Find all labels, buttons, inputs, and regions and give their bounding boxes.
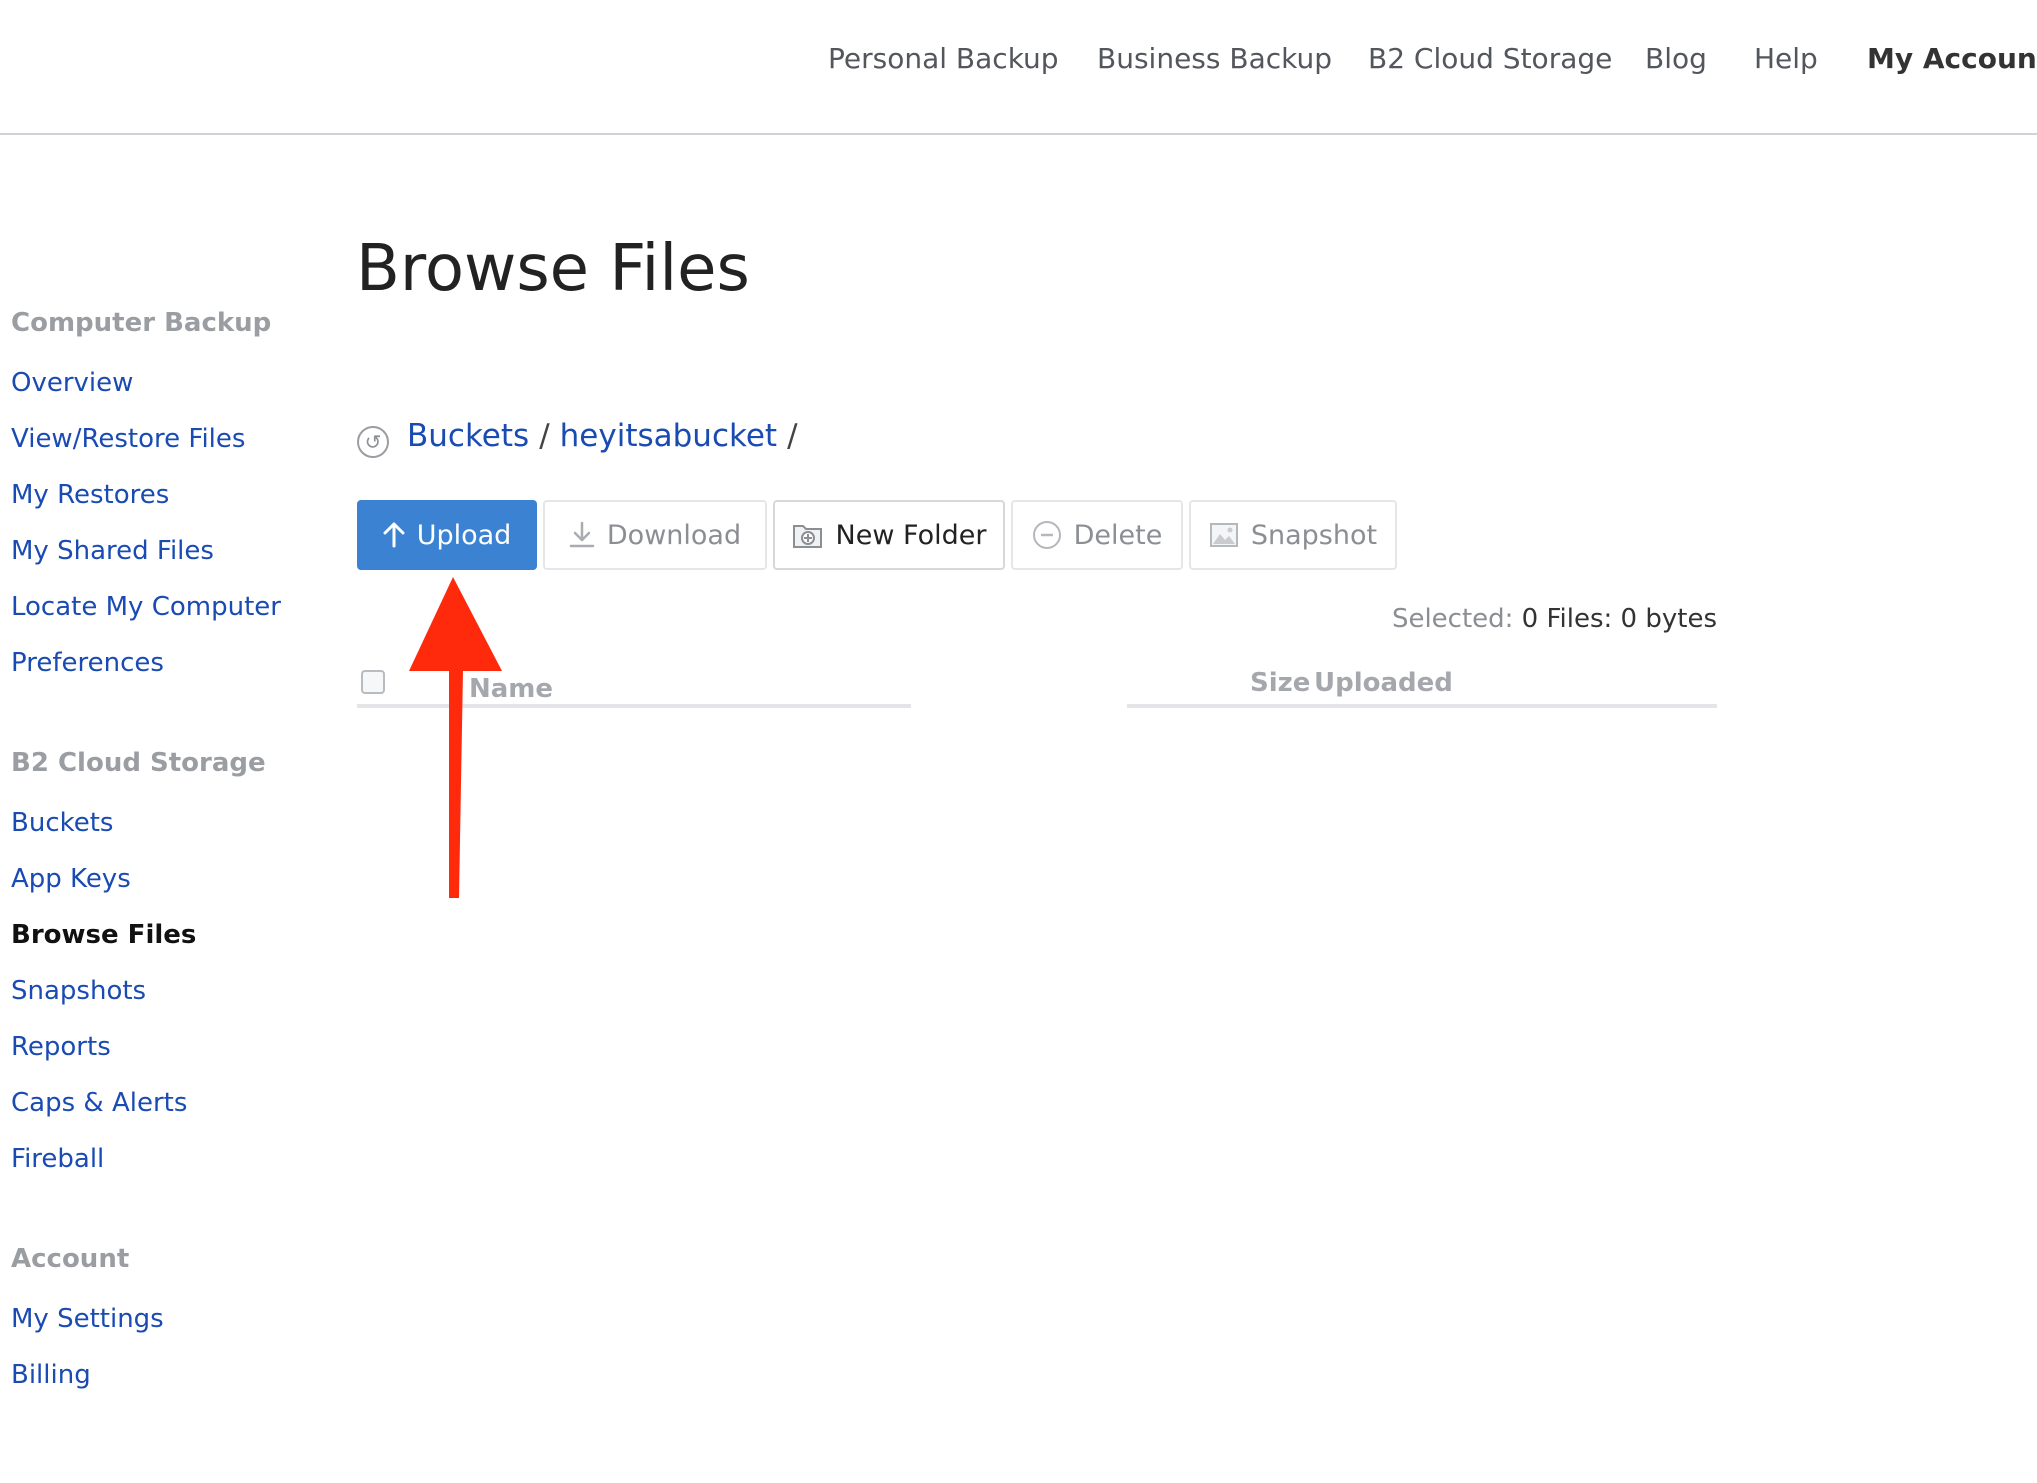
sidebar-item-snapshots[interactable]: Snapshots xyxy=(11,976,146,1006)
sidebar-heading-b2-cloud-storage: B2 Cloud Storage xyxy=(11,748,266,778)
sidebar-heading-account: Account xyxy=(11,1244,130,1274)
snapshot-label: Snapshot xyxy=(1250,519,1378,551)
sidebar-item-preferences[interactable]: Preferences xyxy=(11,648,164,678)
snapshot-button[interactable]: Snapshot xyxy=(1189,500,1397,570)
file-toolbar: Upload Download New Folder Delete Snapsh… xyxy=(357,500,1397,570)
download-label: Download xyxy=(606,519,742,551)
file-table-header: Name Size Uploaded xyxy=(357,666,1717,710)
selection-summary: Selected: 0 Files: 0 bytes xyxy=(1160,604,1717,634)
new-folder-label: New Folder xyxy=(835,519,987,551)
sidebar-item-caps-alerts[interactable]: Caps & Alerts xyxy=(11,1088,187,1118)
delete-label: Delete xyxy=(1073,519,1163,551)
sidebar-item-browse-files[interactable]: Browse Files xyxy=(11,920,196,950)
nav-help[interactable]: Help xyxy=(1754,42,1818,75)
nav-personal-backup[interactable]: Personal Backup xyxy=(828,42,1059,75)
new-folder-button[interactable]: New Folder xyxy=(773,500,1005,570)
nav-my-account[interactable]: My Account xyxy=(1867,42,2037,75)
column-header-uploaded[interactable]: Uploaded xyxy=(1314,668,1453,698)
nav-business-backup[interactable]: Business Backup xyxy=(1097,42,1332,75)
sidebar-item-app-keys[interactable]: App Keys xyxy=(11,864,131,894)
selection-label: Selected: xyxy=(1391,604,1514,634)
size-column-underline xyxy=(1127,704,1717,708)
download-icon xyxy=(569,521,595,549)
sidebar-heading-computer-backup: Computer Backup xyxy=(11,308,272,338)
column-header-size[interactable]: Size xyxy=(1250,668,1310,698)
selection-value: 0 Files: 0 bytes xyxy=(1521,604,1717,634)
sidebar-item-my-settings[interactable]: My Settings xyxy=(11,1304,164,1334)
sidebar-item-locate-my-computer[interactable]: Locate My Computer xyxy=(11,592,281,622)
annotation-arrow-icon xyxy=(409,577,502,898)
upload-button[interactable]: Upload xyxy=(357,500,537,570)
column-header-name[interactable]: Name xyxy=(469,674,553,704)
nav-blog[interactable]: Blog xyxy=(1645,42,1707,75)
sidebar-item-my-restores[interactable]: My Restores xyxy=(11,480,169,510)
select-all-checkbox[interactable] xyxy=(361,670,385,694)
back-circle-icon[interactable]: ↺ xyxy=(357,426,389,458)
top-navigation: Personal Backup Business Backup B2 Cloud… xyxy=(0,0,2037,135)
sidebar-item-overview[interactable]: Overview xyxy=(11,368,133,398)
name-column-underline xyxy=(357,704,911,708)
folder-plus-icon xyxy=(792,520,824,550)
sidebar-item-reports[interactable]: Reports xyxy=(11,1032,111,1062)
breadcrumb-trailing-separator: / xyxy=(787,418,798,454)
page-title: Browse Files xyxy=(356,232,750,306)
download-button[interactable]: Download xyxy=(543,500,767,570)
upload-label: Upload xyxy=(416,519,512,551)
nav-b2-cloud-storage[interactable]: B2 Cloud Storage xyxy=(1368,42,1612,75)
image-icon xyxy=(1209,521,1239,549)
breadcrumb-bucket-link[interactable]: heyitsabucket xyxy=(560,418,777,454)
sidebar-item-fireball[interactable]: Fireball xyxy=(11,1144,104,1174)
arrow-up-icon xyxy=(383,522,405,548)
minus-circle-icon xyxy=(1032,520,1062,550)
sidebar-item-view-restore-files[interactable]: View/Restore Files xyxy=(11,424,245,454)
sidebar-item-my-shared-files[interactable]: My Shared Files xyxy=(11,536,214,566)
breadcrumb-separator: / xyxy=(539,418,550,454)
annotation-arrow-head xyxy=(409,577,502,671)
delete-button[interactable]: Delete xyxy=(1011,500,1183,570)
breadcrumb: ↺ Buckets / heyitsabucket / xyxy=(357,414,808,458)
sidebar-item-billing[interactable]: Billing xyxy=(11,1360,91,1390)
breadcrumb-buckets-link[interactable]: Buckets xyxy=(407,418,529,454)
sidebar-item-buckets[interactable]: Buckets xyxy=(11,808,113,838)
